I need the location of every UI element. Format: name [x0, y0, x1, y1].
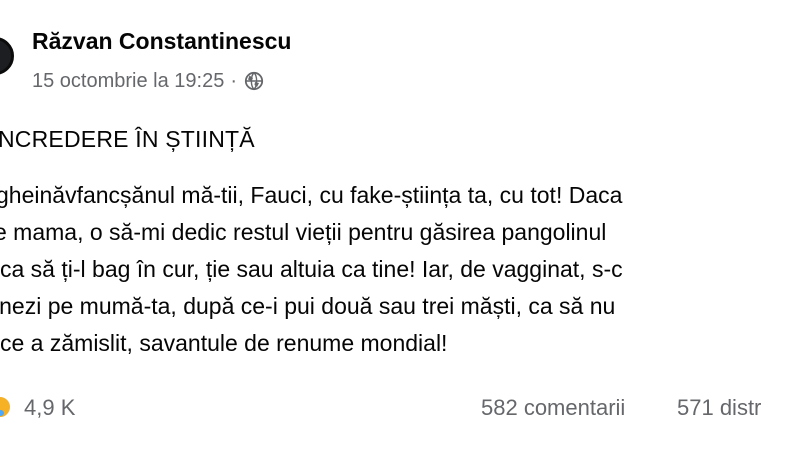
globe-icon[interactable] [244, 71, 264, 91]
post-footer: 4,9 K 582 comentarii 571 distr [0, 390, 800, 426]
reaction-count[interactable]: 4,9 K [24, 394, 75, 422]
meta-separator: · [230, 69, 238, 92]
post-body: gheinăvfancșănul mă-tii, Fauci, cu fake-… [0, 177, 800, 362]
post-body-line: ca să ți-l bag în cur, ție sau altuia ca… [0, 256, 623, 282]
post-body-line: ce a zămislit, savantule de renume mondi… [0, 330, 448, 356]
post-body-line: inezi pe mumă-ta, după ce-i pui două sau… [0, 293, 616, 319]
post-meta: 15 octombrie la 19:25 · [32, 68, 264, 94]
comments-count[interactable]: 582 comentarii [481, 394, 625, 422]
avatar[interactable] [0, 37, 14, 75]
post-title: NCREDERE ÎN ȘTIINȚĂ [0, 126, 255, 152]
post-timestamp[interactable]: 15 octombrie la 19:25 [32, 70, 224, 93]
shares-count[interactable]: 571 distr [677, 394, 761, 422]
author-name[interactable]: Răzvan Constantinescu [32, 27, 291, 55]
post-body-line: gheinăvfancșănul mă-tii, Fauci, cu fake-… [0, 182, 623, 208]
post-body-line: e mama, o să-mi dedic restul vieții pent… [0, 219, 607, 245]
care-emoji-icon[interactable] [0, 395, 12, 419]
